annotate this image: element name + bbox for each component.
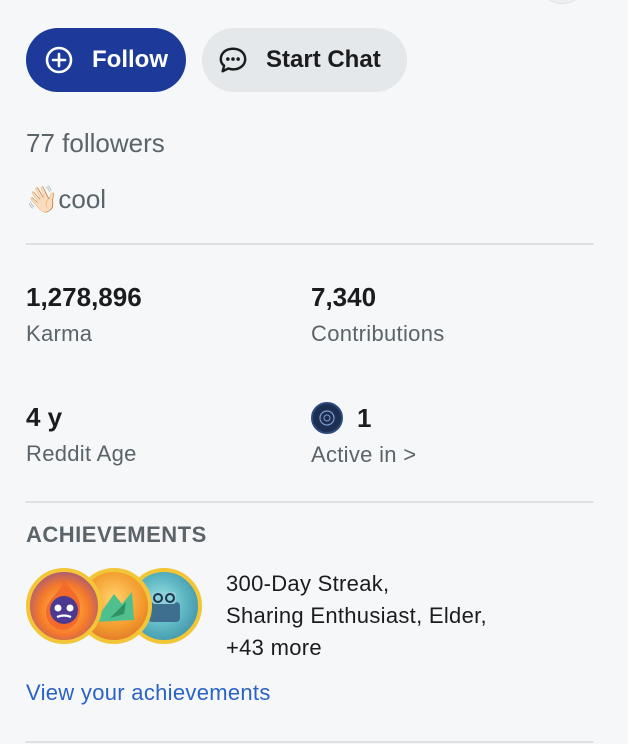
community-icon [311, 402, 343, 434]
follow-label: Follow [92, 46, 168, 73]
follow-button[interactable]: Follow [26, 28, 186, 92]
view-achievements-link[interactable]: View your achievements [26, 680, 271, 706]
stat-contributions: 7,340 Contributions [311, 282, 445, 347]
karma-value: 1,278,896 [26, 282, 142, 312]
contributions-value: 7,340 [311, 282, 377, 312]
karma-label: Karma [26, 321, 93, 346]
achievements-line-3: +43 more [226, 635, 322, 660]
achievements-line-2: Sharing Enthusiast, Elder, [226, 603, 487, 628]
contributions-label: Contributions [311, 321, 445, 346]
start-chat-button[interactable]: Start Chat [202, 28, 407, 92]
stat-karma: 1,278,896 Karma [26, 282, 142, 347]
divider [26, 243, 594, 245]
achievements-line-1: 300-Day Streak, [226, 571, 390, 596]
achievement-badges[interactable] [26, 568, 202, 646]
streak-badge-icon [26, 568, 102, 644]
achievements-heading: ACHIEVEMENTS [26, 522, 207, 547]
followers-count[interactable]: 77 followers [26, 128, 165, 159]
divider [26, 501, 594, 503]
start-chat-label: Start Chat [266, 46, 381, 73]
active-in-value-row: 1 [311, 402, 416, 434]
reddit-age-value: 4 y [26, 402, 63, 432]
reddit-age-label: Reddit Age [26, 441, 137, 466]
stat-reddit-age: 4 y Reddit Age [26, 402, 137, 467]
stat-active-in[interactable]: 1 Active in > [311, 402, 416, 468]
achievements-summary: 300-Day Streak, Sharing Enthusiast, Elde… [226, 568, 487, 664]
profile-actions: Follow Start Chat [26, 28, 407, 92]
divider [26, 741, 594, 743]
plus-circle-icon [44, 45, 74, 75]
active-in-value: 1 [357, 402, 372, 433]
bio-text: cool [58, 184, 107, 214]
profile-bio: 👋🏻cool [26, 184, 106, 215]
avatar-edge [536, 0, 588, 4]
waving-hand-icon: 👋🏻 [26, 184, 59, 214]
chat-bubble-icon [218, 45, 248, 75]
active-in-label[interactable]: Active in > [311, 442, 416, 468]
